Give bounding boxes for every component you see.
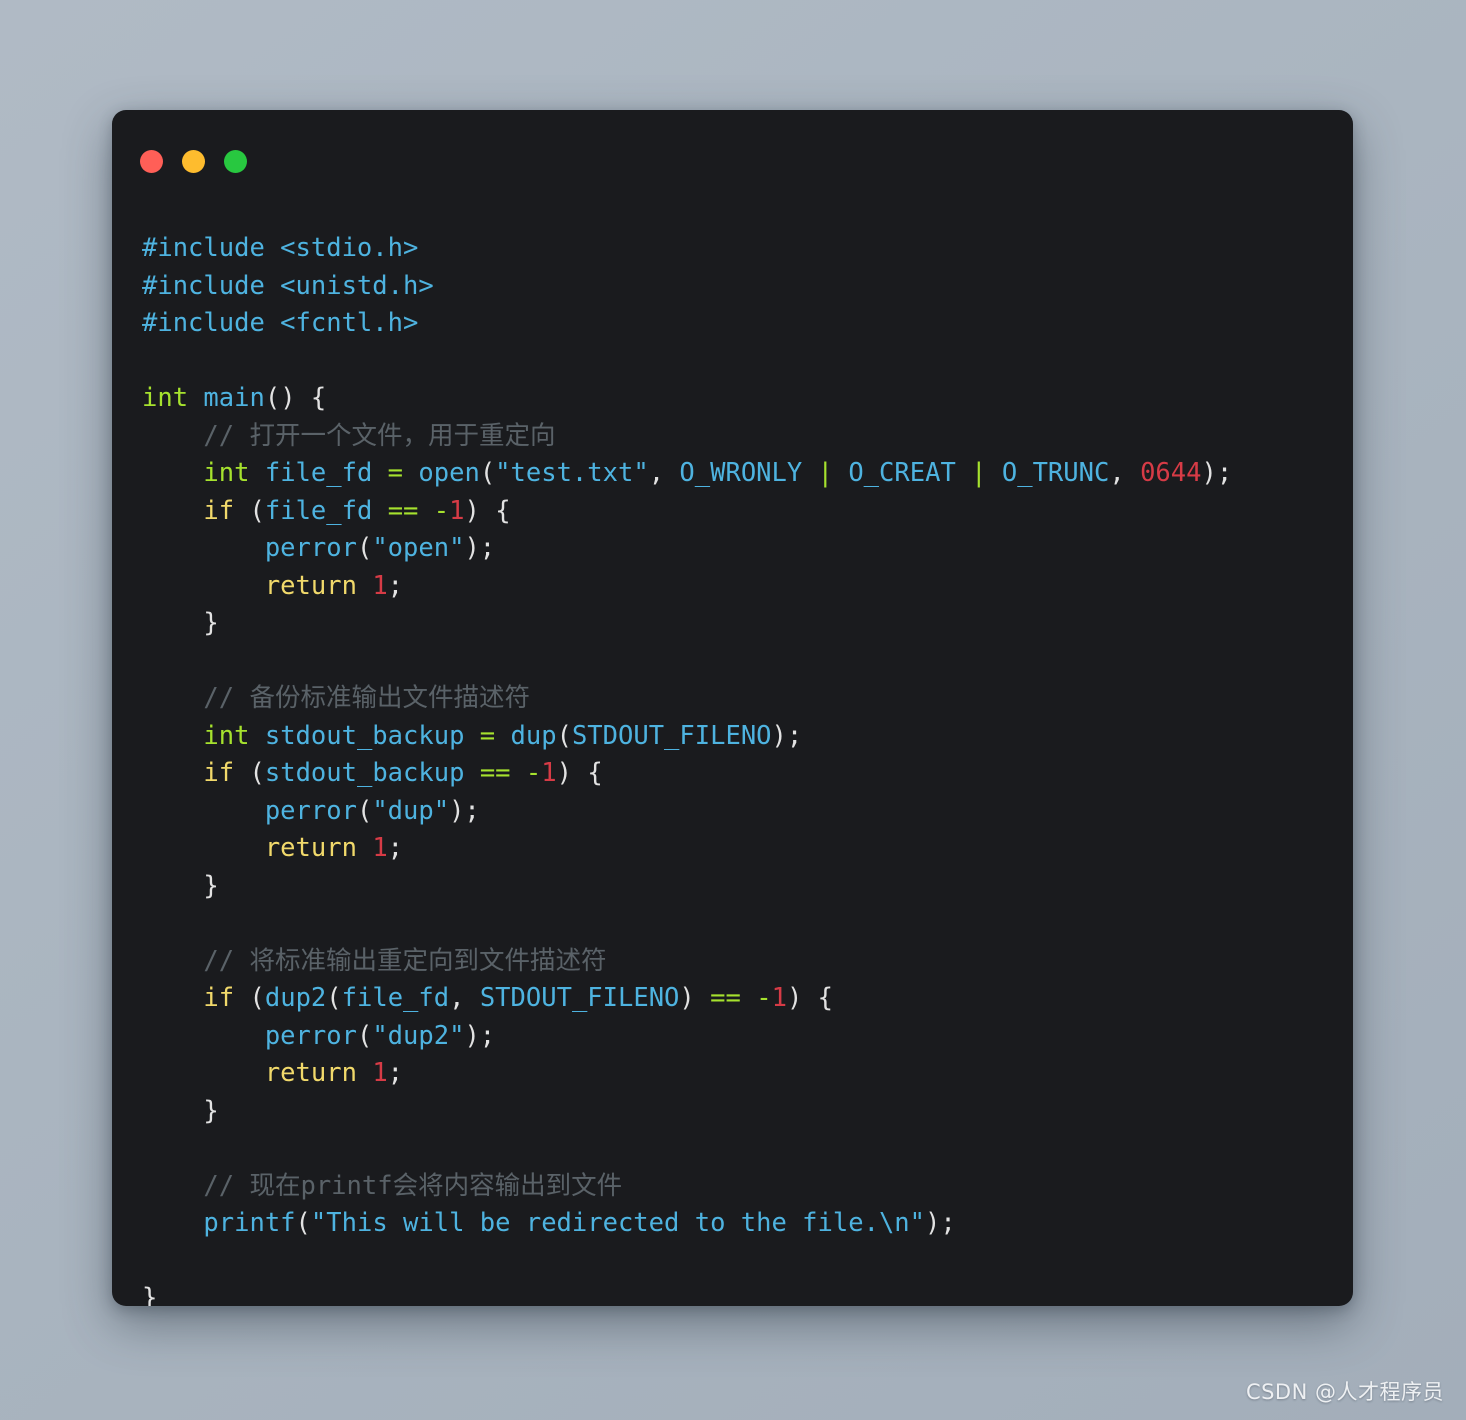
code-line-comment: // 打开一个文件，用于重定向 xyxy=(142,420,556,451)
code-editor-area[interactable]: #include <stdio.h> #include <unistd.h> #in… xyxy=(112,202,1353,1306)
code-line: return 1; xyxy=(264,1058,404,1088)
code-line-comment: // 备份标准输出文件描述符 xyxy=(142,683,530,713)
code-window: #include <stdio.h> #include <unistd.h> #in… xyxy=(112,110,1353,1306)
code-line: int main() { xyxy=(142,383,327,413)
code-line: } xyxy=(142,1283,158,1306)
code-line: #include <fcntl.h> xyxy=(142,308,419,338)
csdn-watermark: CSDN @人才程序员 xyxy=(1245,1380,1444,1404)
code-line: perror("dup2"); xyxy=(264,1020,496,1051)
code-line: } xyxy=(142,1095,219,1126)
source-code-block[interactable]: #include <stdio.h> #include <unistd.h> #in… xyxy=(142,230,1353,1306)
code-line: #include <unistd.h> xyxy=(142,270,434,301)
minimize-button-icon[interactable] xyxy=(182,149,205,173)
code-line: if (file_fd == -1) { xyxy=(203,495,511,526)
traffic-light-buttons xyxy=(140,149,247,173)
code-line: int file_fd = open("test.txt", O_WRONLY … xyxy=(203,458,1233,488)
close-button-icon[interactable] xyxy=(140,149,163,173)
code-line: return 1; xyxy=(264,570,404,601)
window-title-bar xyxy=(112,110,1353,202)
code-line: } xyxy=(142,608,219,638)
code-line: int stdout_backup = dup(STDOUT_FILENO); xyxy=(203,720,803,751)
code-line-comment: // 将标准输出重定向到文件描述符 xyxy=(142,945,607,976)
code-line-comment: // 现在printf会将内容输出到文件 xyxy=(142,1170,623,1201)
code-line: if (stdout_backup == -1) { xyxy=(203,758,603,788)
code-line: printf("This will be redirected to the f… xyxy=(203,1208,956,1238)
code-line: perror("open"); xyxy=(264,533,496,563)
code-line: perror("dup"); xyxy=(264,795,480,826)
maximize-button-icon[interactable] xyxy=(224,149,247,173)
code-line: } xyxy=(142,870,219,901)
code-line: #include <stdio.h> xyxy=(142,233,419,263)
code-line: return 1; xyxy=(264,833,404,863)
code-line: if (dup2(file_fd, STDOUT_FILENO) == -1) … xyxy=(203,983,833,1013)
